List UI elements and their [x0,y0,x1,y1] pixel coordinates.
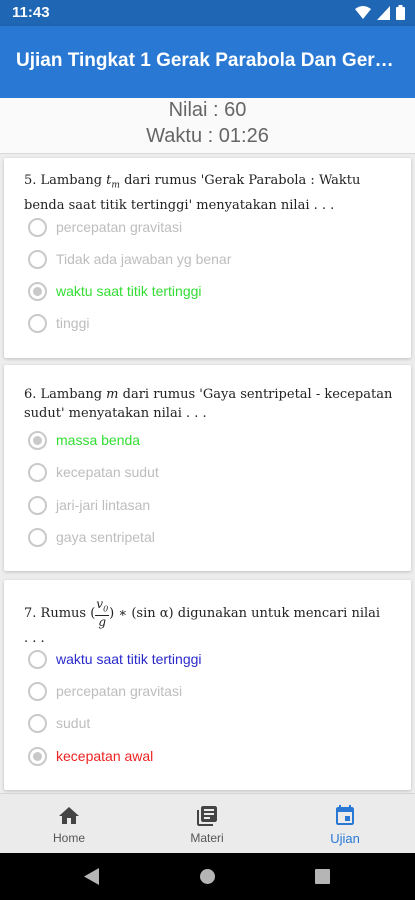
question-card-7: 7. Rumus (v0 g) ∗ (sin α) digunakan untuk… [4,580,411,790]
question-card-6: 6. Lambang m dari rumus 'Gaya sentripeta… [4,365,411,571]
question-text-part: Lambang [40,173,107,188]
question-text: 6. Lambang m dari rumus 'Gaya sentripeta… [24,385,395,423]
numerator-sub: 0 [103,604,109,614]
option-label: percepatan gravitasi [56,219,183,235]
option-label: sudut [56,715,91,731]
status-icons [355,5,405,20]
radio-button[interactable] [28,713,47,733]
score-panel: Nilai : 60 Waktu : 01:26 [0,98,415,154]
timer-value: Waktu : 01:26 [146,125,269,147]
answer-option[interactable]: tinggi [28,311,89,335]
option-label: kecepatan sudut [56,464,159,480]
question-text-part: . . . [24,631,45,647]
question-number: 5. [24,173,37,188]
nav-item-home[interactable]: Home [0,794,138,854]
home-circle-icon[interactable] [200,869,215,884]
radio-button[interactable] [28,527,47,547]
radio-button[interactable] [28,462,47,482]
question-text-part: Rumus [40,606,91,622]
option-label: waktu saat titik tertinggi [56,283,202,299]
answer-option[interactable]: percepatan gravitasi [28,679,182,703]
radio-button-selected[interactable] [28,746,47,766]
home-icon [59,807,79,824]
recents-icon[interactable] [315,869,330,884]
answer-option[interactable]: waktu saat titik tertinggi [28,647,202,671]
answer-option[interactable]: massa benda [28,428,140,452]
radio-button[interactable] [28,217,47,237]
answer-option[interactable]: percepatan gravitasi [28,215,182,239]
option-label: kecepatan awal [56,748,154,764]
radio-button[interactable] [28,249,47,269]
answer-option[interactable]: sudut [28,711,90,735]
option-label: Tidak ada jawaban yg benar [56,251,232,267]
status-bar: 11:43 [0,0,415,26]
question-text-part: benda saat titik tertinggi' menyatakan n… [24,197,335,213]
answer-option[interactable]: gaya sentripetal [28,525,155,549]
answer-option[interactable]: kecepatan awal [28,744,153,768]
radio-button-selected[interactable] [28,281,47,301]
nav-label: Materi [190,831,224,845]
page-title: Ujian Tingkat 1 Gerak Parabola Dan Gerak… [16,50,396,71]
question-text-part: Lambang [40,387,107,402]
radio-button[interactable] [28,495,47,515]
question-text-part: sudut' menyatakan nilai . . . [24,406,207,421]
radio-button[interactable] [28,681,47,701]
math-symbol: tm [106,173,120,191]
fraction: v0 g [95,598,110,630]
option-label: tinggi [56,315,90,331]
wifi-icon [355,5,371,19]
question-text-part: dari rumus 'Gerak Parabola : Waktu [119,173,361,188]
bottom-navigation: Home Materi Ujian [0,793,415,853]
system-navigation-bar [0,853,415,900]
option-label: gaya sentripetal [56,529,155,545]
option-label: percepatan gravitasi [56,683,183,699]
question-text: 7. Rumus (v0 g) ∗ (sin α) digunakan untuk… [24,598,395,648]
status-time: 11:43 [12,4,50,21]
fraction-numerator: v0 [95,598,110,617]
answer-option[interactable]: kecepatan sudut [28,460,159,484]
formula: (v0 g) ∗ (sin α) [90,597,174,630]
answer-option[interactable]: waktu saat titik tertinggi [28,279,202,303]
question-card-5: 5. Lambang tm dari rumus 'Gerak Parabola… [4,158,411,358]
option-label: massa benda [56,432,141,448]
question-text-part: digunakan untuk mencari nilai [173,606,381,622]
nav-item-ujian[interactable]: Ujian [276,794,414,854]
math-symbol-sub: m [111,180,120,191]
answer-option[interactable]: jari-jari lintasan [28,493,150,517]
signal-icon [377,5,390,20]
nav-label: Home [52,831,85,845]
question-number: 6. [24,387,37,402]
question-number: 7. [24,606,37,622]
radio-button-selected[interactable] [28,430,47,450]
score-value: Nilai : 60 [168,99,247,121]
radio-button[interactable] [28,313,47,333]
back-icon[interactable] [84,868,100,885]
answer-option[interactable]: Tidak ada jawaban yg benar [28,247,231,271]
calendar-icon [336,805,354,825]
question-text-part: dari rumus 'Gaya sentripetal - kecepatan [118,387,393,402]
option-label: waktu saat titik tertinggi [56,651,202,667]
formula-rest: ∗ (sin α) [114,606,174,622]
math-symbol: m [106,387,119,402]
nav-label: Ujian [330,831,360,846]
battery-icon [396,5,405,20]
fraction-denominator: g [98,615,107,630]
app-bar: Ujian Tingkat 1 Gerak Parabola Dan Gerak… [0,26,415,98]
question-text: 5. Lambang tm dari rumus 'Gerak Parabola… [24,171,395,215]
nav-item-materi[interactable]: Materi [138,794,276,854]
option-label: jari-jari lintasan [56,497,151,513]
book-icon [197,806,217,826]
radio-button[interactable] [28,649,47,669]
